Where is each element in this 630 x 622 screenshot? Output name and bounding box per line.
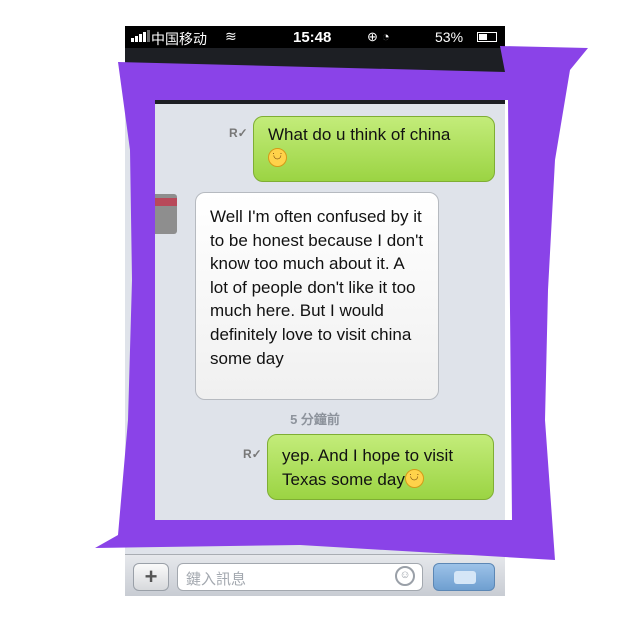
smiley-icon bbox=[268, 147, 287, 167]
outgoing-message[interactable]: What do u think of china bbox=[253, 116, 495, 182]
plus-button[interactable]: + bbox=[133, 563, 169, 591]
message-input-bar: + 鍵入訊息 ☺ bbox=[125, 554, 505, 596]
chat-area[interactable]: R✓ What do u think of china Well I'm oft… bbox=[125, 104, 505, 554]
battery-percent: 53% bbox=[435, 29, 464, 45]
status-bar: 中国移动 ≋ 15:48 ⊕◔ 53% bbox=[125, 26, 505, 48]
status-icons: ⊕◔ bbox=[367, 29, 394, 45]
phone-screen: 中国移动 ≋ 15:48 ⊕◔ 53% R✓ What do u think o… bbox=[125, 26, 505, 596]
message-text: What do u think of china bbox=[268, 125, 451, 144]
battery-icon bbox=[477, 32, 497, 42]
send-button[interactable] bbox=[433, 563, 495, 591]
message-text: yep. And I hope to visit Texas some day bbox=[282, 446, 454, 489]
smiley-icon bbox=[404, 468, 424, 488]
message-input[interactable]: 鍵入訊息 bbox=[177, 563, 423, 591]
message-text: Well I'm often confused by it to be hone… bbox=[210, 207, 424, 368]
contact-avatar[interactable] bbox=[151, 194, 177, 234]
alarm-icon: ◔ bbox=[381, 29, 394, 44]
message-timestamp: 5 分鐘前 bbox=[290, 412, 340, 427]
wifi-icon: ≋ bbox=[225, 28, 237, 44]
outgoing-message[interactable]: yep. And I hope to visit Texas some day bbox=[267, 434, 494, 500]
lock-rotation-icon: ⊕ bbox=[367, 29, 382, 44]
send-icon bbox=[454, 571, 476, 584]
emoji-icon[interactable]: ☺ bbox=[395, 566, 415, 586]
incoming-message[interactable]: Well I'm often confused by it to be hone… bbox=[195, 192, 439, 400]
read-receipt-icon: R✓ bbox=[229, 126, 248, 140]
navigation-bar bbox=[125, 48, 505, 104]
clock: 15:48 bbox=[293, 29, 332, 46]
signal-icon bbox=[131, 30, 150, 42]
carrier-name: 中国移动 bbox=[151, 31, 207, 47]
read-receipt-icon: R✓ bbox=[243, 447, 262, 461]
